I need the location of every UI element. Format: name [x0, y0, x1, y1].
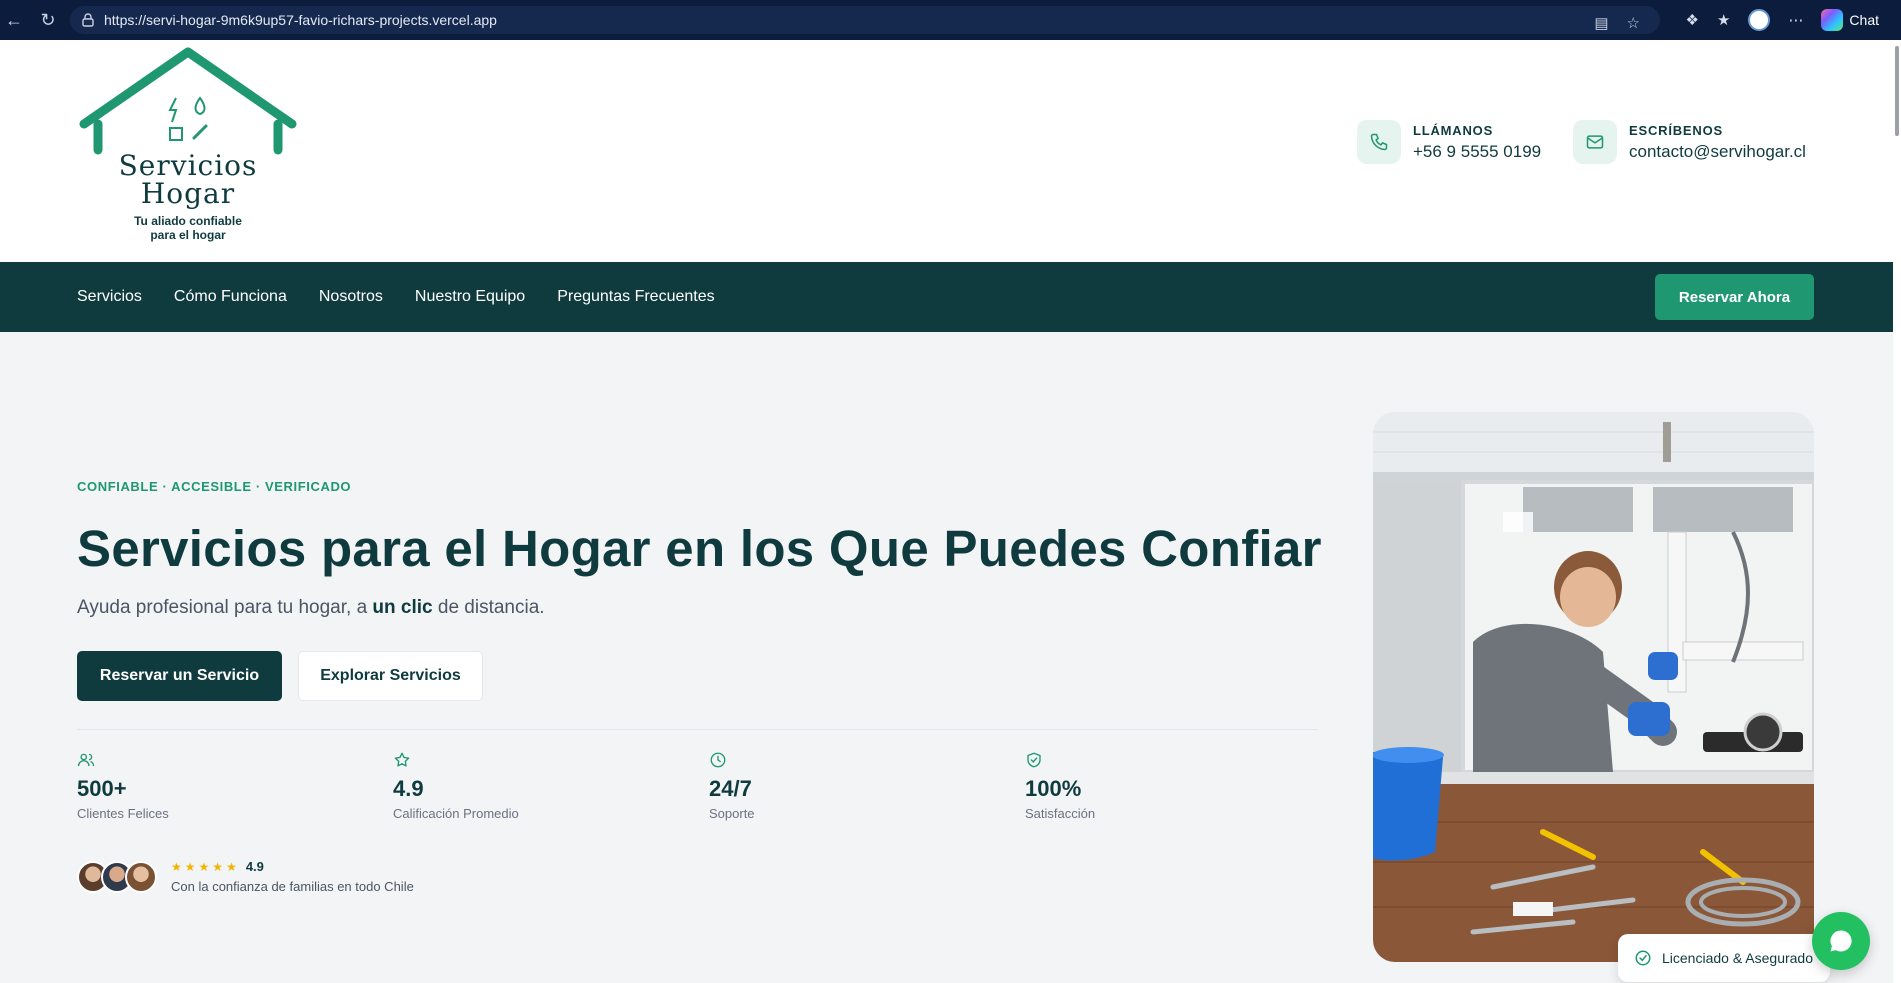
- email-label: ESCRÍBENOS: [1629, 122, 1723, 138]
- logo-title-line1: Servicios: [118, 149, 258, 182]
- page-scrollbar[interactable]: [1893, 40, 1901, 983]
- profile-avatar[interactable]: [1748, 9, 1771, 31]
- licensed-badge: Licenciado & Asegurado: [1618, 934, 1830, 982]
- stat-clientes: 500+ Clientes Felices: [77, 751, 327, 821]
- whatsapp-chat-button[interactable]: [1812, 912, 1870, 970]
- phone-icon: [1357, 120, 1401, 164]
- users-icon: [77, 753, 95, 767]
- social-proof: ★ ★ ★ ★ ★ 4.9 Con la confianza de famili…: [77, 859, 414, 894]
- stat-soporte: 24/7 Soporte: [709, 751, 959, 821]
- nav-link-preguntas-frecuentes[interactable]: Preguntas Frecuentes: [557, 288, 714, 306]
- star-icon: ★: [198, 859, 210, 874]
- hero-section: CONFIABLE · ACCESIBLE · VERIFICADO Servi…: [0, 332, 1893, 983]
- email-contact[interactable]: ESCRÍBENOS contacto@servihogar.cl: [1573, 120, 1806, 164]
- trust-caption: Con la confianza de familias en todo Chi…: [171, 879, 414, 894]
- avatar: [125, 860, 157, 893]
- star-icon: ★: [212, 859, 224, 874]
- clock-icon: [710, 752, 726, 768]
- hero-subtitle-post: de distancia.: [432, 597, 545, 618]
- hero-subtitle: Ayuda profesional para tu hogar, a un cl…: [77, 597, 545, 619]
- nav-link-nosotros[interactable]: Nosotros: [319, 288, 383, 306]
- logo-title: Servicios Hogar: [78, 152, 298, 208]
- chat-label: Chat: [1849, 12, 1879, 28]
- logo-tagline-line1: Tu aliado confiable: [134, 214, 242, 228]
- shield-check-icon: [1027, 752, 1041, 768]
- plumber-illustration: [1373, 412, 1814, 962]
- main-navigation: Servicios Cómo Funciona Nosotros Nuestro…: [0, 262, 1893, 332]
- copilot-icon: [1821, 9, 1844, 31]
- stat-calificacion: 4.9 Calificación Promedio: [393, 751, 643, 821]
- nav-link-servicios[interactable]: Servicios: [77, 288, 142, 306]
- site-header: Servicios Hogar Tu aliado confiable para…: [0, 40, 1893, 262]
- copilot-chat-button[interactable]: Chat: [1821, 9, 1879, 31]
- nav-link-como-funciona[interactable]: Cómo Funciona: [174, 288, 287, 306]
- logo[interactable]: Servicios Hogar Tu aliado confiable para…: [78, 46, 298, 246]
- reader-icon[interactable]: ▤: [1594, 14, 1608, 32]
- star-icon: [394, 752, 410, 767]
- stat-value: 100%: [1025, 776, 1082, 801]
- stat-label: Soporte: [709, 806, 755, 821]
- explorar-servicios-button[interactable]: Explorar Servicios: [298, 651, 483, 701]
- nav-link-nuestro-equipo[interactable]: Nuestro Equipo: [415, 288, 525, 306]
- logo-title-line2: Hogar: [140, 177, 236, 210]
- reservar-ahora-button[interactable]: Reservar Ahora: [1655, 274, 1814, 320]
- logo-tagline: Tu aliado confiable para el hogar: [78, 214, 298, 242]
- extensions-icon[interactable]: ❖: [1686, 11, 1699, 29]
- check-circle-icon: [1635, 950, 1651, 966]
- stat-label: Clientes Felices: [77, 806, 169, 821]
- star-icon: ★: [226, 859, 237, 874]
- scrollbar-thumb[interactable]: [1895, 46, 1899, 136]
- star-icon: ★: [184, 859, 196, 874]
- refresh-icon[interactable]: ↻: [34, 6, 62, 34]
- hero-eyebrow: CONFIABLE · ACCESIBLE · VERIFICADO: [77, 479, 352, 494]
- chat-bubble-icon: [1830, 930, 1852, 952]
- phone-value: +56 9 5555 0199: [1413, 141, 1542, 161]
- mail-icon: [1573, 120, 1617, 164]
- more-menu-icon[interactable]: ⋯: [1788, 11, 1803, 29]
- email-value: contacto@servihogar.cl: [1629, 141, 1806, 161]
- logo-tagline-line2: para el hogar: [150, 228, 226, 242]
- lock-icon: [82, 13, 94, 27]
- stat-label: Satisfacción: [1025, 806, 1096, 821]
- address-bar[interactable]: https://servi-hogar-9m6k9up57-favio-rich…: [70, 6, 1660, 34]
- favorite-star-icon[interactable]: ☆: [1627, 14, 1640, 32]
- rating-value: 4.9: [245, 859, 264, 874]
- back-icon[interactable]: ←: [0, 6, 28, 34]
- stat-satisfaccion: 100% Satisfacción: [1025, 751, 1275, 821]
- rating-stars: ★ ★ ★ ★ ★ 4.9: [171, 859, 414, 874]
- favorites-icon[interactable]: ★: [1717, 11, 1730, 29]
- stat-value: 24/7: [709, 776, 752, 801]
- plumber-photo: [1373, 412, 1814, 962]
- hero-title: Servicios para el Hogar en los Que Puede…: [77, 520, 1322, 577]
- phone-label: LLÁMANOS: [1413, 122, 1494, 138]
- browser-toolbar: ← ↻ https://servi-hogar-9m6k9up57-favio-…: [0, 0, 1901, 40]
- stat-label: Calificación Promedio: [393, 806, 519, 821]
- stat-value: 500+: [77, 776, 127, 801]
- phone-contact[interactable]: LLÁMANOS +56 9 5555 0199: [1357, 120, 1541, 164]
- hero-subtitle-pre: Ayuda profesional para tu hogar, a: [77, 597, 373, 618]
- stat-value: 4.9: [393, 776, 424, 801]
- url-text: https://servi-hogar-9m6k9up57-favio-rich…: [104, 12, 497, 28]
- star-icon: ★: [171, 859, 182, 874]
- reservar-servicio-button[interactable]: Reservar un Servicio: [77, 651, 282, 701]
- customer-avatars: [77, 860, 157, 893]
- hero-subtitle-bold: un clic: [372, 597, 433, 618]
- badge-label: Licenciado & Asegurado: [1662, 950, 1813, 966]
- house-roof-icon: [79, 47, 297, 155]
- stats-divider: [77, 729, 1318, 730]
